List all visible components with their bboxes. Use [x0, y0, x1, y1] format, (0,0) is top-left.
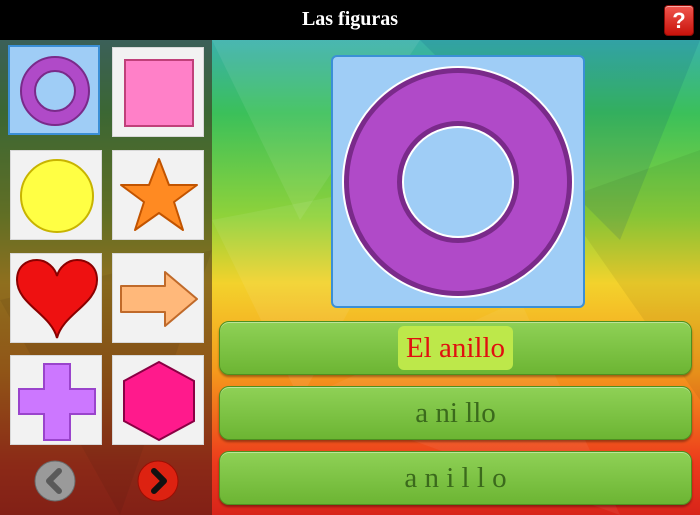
word-label-full: El anillo	[397, 326, 514, 370]
star-icon	[120, 158, 198, 231]
word-button-syllables[interactable]: a ni llo	[219, 386, 692, 440]
help-button[interactable]: ?	[664, 5, 694, 36]
shape-heart-tile[interactable]	[10, 253, 102, 343]
chevron-left-icon	[34, 460, 76, 502]
heart-icon	[15, 258, 99, 339]
hexagon-icon	[123, 360, 195, 442]
shape-circle-tile[interactable]	[10, 150, 102, 240]
shape-cross-tile[interactable]	[10, 355, 102, 445]
square-icon	[124, 59, 194, 127]
ring-icon	[20, 56, 90, 126]
shape-arrow-tile[interactable]	[112, 253, 204, 343]
question-mark-icon: ?	[672, 8, 686, 33]
shape-hexagon-tile[interactable]	[112, 355, 204, 445]
next-page-button[interactable]	[137, 460, 179, 502]
prev-page-button[interactable]	[34, 460, 76, 502]
chevron-right-icon	[137, 460, 179, 502]
word-button-letters[interactable]: a n i l l o	[219, 451, 692, 505]
shape-preview	[331, 55, 585, 308]
word-label-syllables: a ni llo	[415, 397, 496, 429]
app-window: Las figuras ? El anillo a ni llo a n i l…	[0, 0, 700, 515]
circle-icon	[20, 159, 94, 233]
shape-star-tile[interactable]	[112, 150, 204, 240]
arrow-icon	[120, 271, 198, 327]
cross-icon	[18, 363, 96, 441]
shape-ring-tile[interactable]	[8, 45, 100, 135]
ring-large-icon	[342, 66, 574, 298]
page-title: Las figuras	[301, 8, 399, 30]
word-label-letters: a n i l l o	[404, 462, 507, 494]
word-button-full[interactable]: El anillo	[219, 321, 692, 375]
shape-square-tile[interactable]	[112, 47, 204, 137]
